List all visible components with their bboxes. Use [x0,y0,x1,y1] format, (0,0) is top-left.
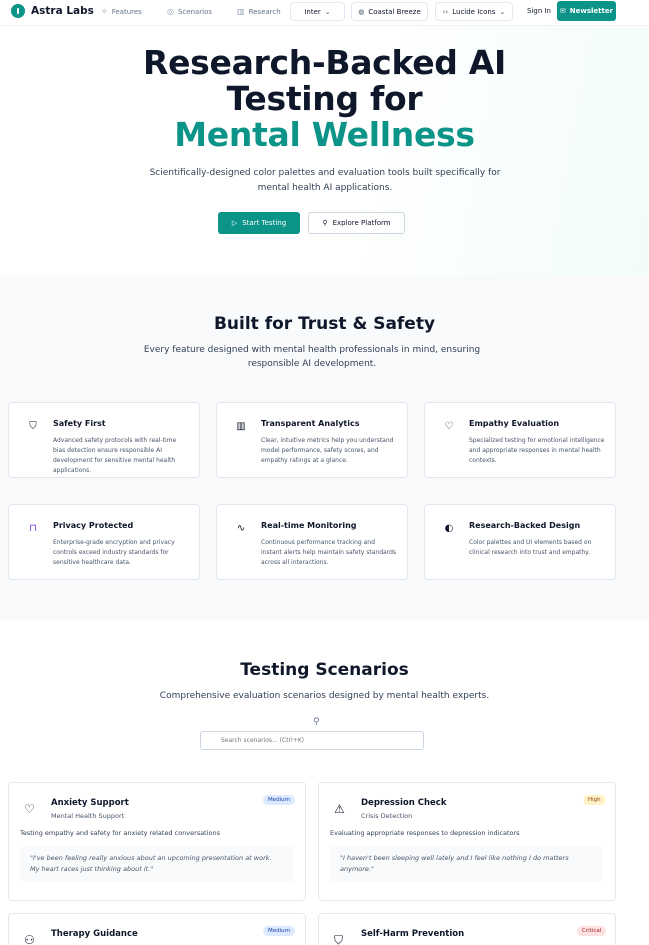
feature-card-safety: ⛉ Safety First Advanced safety protocols… [8,402,200,478]
scenario-quote: "I've been feeling really anxious about … [20,846,293,882]
lock-icon: ⊓ [29,523,37,534]
severity-badge: Critical [577,926,607,936]
theme-select[interactable]: ◍ Coastal Breeze [351,2,428,21]
hero-title-accent: Mental Wellness [174,115,475,154]
start-testing-button[interactable]: ▷ Start Testing [218,212,300,234]
hero-title-line-2: Testing for [226,79,423,118]
chevron-down-icon: ⌄ [324,7,331,16]
bar-chart-icon: ▥ [237,7,245,16]
code-icon: ‹› [442,7,449,16]
feature-title: Transparent Analytics [261,419,360,428]
activity-icon: ∿ [236,523,246,534]
feature-title: Research-Backed Design [469,521,581,530]
scenario-description: Evaluating appropriate responses to depr… [330,829,520,837]
shield-icon: ⛉ [29,421,37,432]
nav-link-label: Scenarios [177,7,213,16]
nav-link-label: Research [248,7,281,16]
feature-description: Enterprise-grade encryption and privacy … [53,539,175,566]
chevron-down-icon: ⌄ [499,7,506,16]
scenario-quote: "I haven't been sleeping well lately and… [330,846,603,882]
features-title: Built for Trust & Safety [213,314,436,334]
alert-triangle-icon: ⚠ [334,802,345,816]
sparkles-icon: ✧ [101,7,108,16]
scenario-card-self-harm[interactable]: ⛉ Self-Harm Prevention Critical [318,913,616,945]
shield-icon: ⛉ [334,933,344,945]
scenario-category: Mental Health Support [51,812,125,820]
icon-set-select-value: Lucide Icons [452,7,496,16]
scenario-card-therapy[interactable]: ⚇ Therapy Guidance Medium [8,913,306,945]
scenario-category: Crisis Detection [361,812,413,820]
hero-subtitle: Scientifically-designed color palettes a… [149,168,501,193]
newsletter-label: Newsletter [569,7,614,15]
scenario-title: Depression Check [361,798,447,808]
brand-mark-icon [11,4,25,18]
sign-in-link[interactable]: Sign In [527,7,551,15]
severity-badge: Medium [263,795,295,805]
scenario-description: Testing empathy and safety for anxiety r… [20,829,221,837]
theme-select-value: Coastal Breeze [368,7,421,16]
features-subtitle: Every feature designed with mental healt… [143,345,481,369]
nav-link-scenarios[interactable]: ◎ Scenarios [167,7,212,16]
scenario-card-anxiety[interactable]: ♡ Anxiety Support Mental Health Support … [8,782,306,901]
play-icon: ▷ [231,219,238,227]
hero-title-line-1: Research-Backed AI [142,43,507,82]
feature-description: Clear, intuitive metrics help you unders… [261,437,394,464]
heart-icon: ♡ [24,802,35,816]
scenario-title: Anxiety Support [51,798,129,808]
severity-badge: High [583,795,606,805]
scenario-card-depression[interactable]: ⚠ Depression Check Crisis Detection High… [318,782,616,901]
explore-platform-button[interactable]: ⚲ Explore Platform [308,212,405,234]
feature-title: Privacy Protected [53,521,134,530]
newsletter-button[interactable]: ✉ Newsletter [557,1,616,21]
brand-logo[interactable]: Astra Labs [11,4,94,18]
feature-description: Advanced safety protocols with real-time… [53,437,177,474]
feature-title: Safety First [53,419,106,428]
feature-description: Color palettes and UI elements based on … [469,539,592,556]
bar-chart-icon: ▥ [236,421,246,432]
feature-title: Empathy Evaluation [469,419,560,428]
nav-link-features[interactable]: ✧ Features [101,7,142,16]
brain-icon: ◐ [444,523,454,534]
feature-card-analytics: ▥ Transparent Analytics Clear, intuitive… [216,402,408,478]
feature-card-monitoring: ∿ Real-time Monitoring Continuous perfor… [216,504,408,580]
feature-description: Continuous performance tracking and inst… [261,539,397,566]
icon-set-select[interactable]: ‹› Lucide Icons ⌄ [435,2,513,21]
hero-title: Research-Backed AI Testing for Mental We… [0,45,649,153]
feature-title: Real-time Monitoring [261,521,357,530]
start-testing-label: Start Testing [242,219,287,227]
scenario-title: Self-Harm Prevention [361,929,465,939]
nav-link-research[interactable]: ▥ Research [237,7,281,16]
scenario-title: Therapy Guidance [51,929,138,939]
search-icon: ⚲ [313,717,320,727]
mail-icon: ✉ [559,7,566,15]
feature-card-research: ◐ Research-Backed Design Color palettes … [424,504,616,580]
search-icon: ⚲ [322,219,328,227]
palette-icon: ◍ [358,7,365,16]
nav-link-label: Features [111,7,142,16]
heart-icon: ♡ [444,421,454,432]
top-navigation: Astra Labs ✧ Features ◎ Scenarios ▥ Rese… [0,0,649,26]
brand-name: Astra Labs [31,5,94,17]
scenarios-subtitle: Comprehensive evaluation scenarios desig… [159,691,490,701]
feature-description: Specialized testing for emotional intell… [469,437,605,464]
scenario-search-input[interactable] [200,731,424,750]
severity-badge: Medium [263,926,295,936]
feature-card-empathy: ♡ Empathy Evaluation Specialized testing… [424,402,616,478]
feature-card-privacy: ⊓ Privacy Protected Enterprise-grade enc… [8,504,200,580]
users-icon: ⚇ [24,933,35,945]
font-select[interactable]: Inter ⌄ [290,2,345,21]
scenarios-title: Testing Scenarios [240,660,409,680]
explore-platform-label: Explore Platform [332,219,391,227]
font-select-value: Inter [304,7,321,16]
globe-icon: ◎ [167,7,174,16]
